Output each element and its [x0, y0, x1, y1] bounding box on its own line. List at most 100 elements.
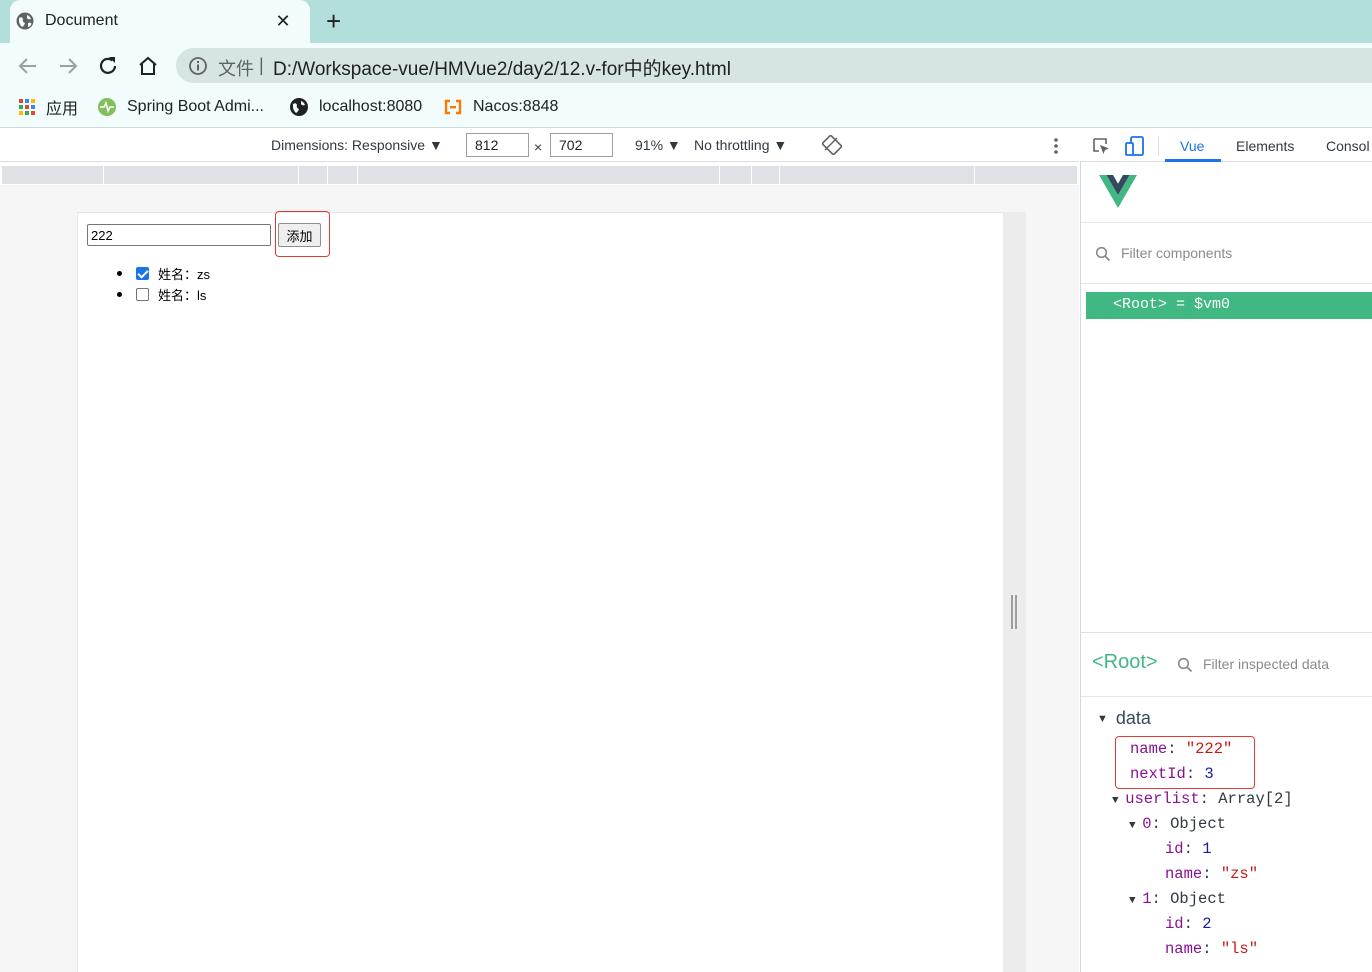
tree-value[interactable]: 1 — [1202, 840, 1211, 858]
expand-arrow-icon: ▼ — [1129, 820, 1143, 832]
bookmark-nacos[interactable]: Nacos:8848 — [443, 96, 558, 118]
tree-key: name — [1165, 865, 1203, 883]
zoom-dropdown[interactable]: 91% ▼ — [635, 137, 681, 153]
bookmark-localhost[interactable]: localhost:8080 — [289, 96, 422, 118]
user-label: 姓名：zs — [158, 266, 211, 282]
tree-key: name — [1165, 940, 1203, 958]
throttling-dropdown[interactable]: No throttling ▼ — [694, 137, 787, 153]
viewport-height-input[interactable] — [550, 133, 613, 157]
viewport-resize-handle[interactable] — [1011, 595, 1017, 629]
data-section-header[interactable]: ▼ data — [1097, 708, 1151, 729]
tab-title: Document — [45, 12, 118, 29]
globe-icon — [290, 98, 308, 116]
tree-row-id: id: 2 — [1165, 915, 1212, 933]
viewport-width-input[interactable] — [466, 133, 529, 157]
tree-key: name — [1130, 740, 1168, 758]
tree-key: userlist — [1125, 790, 1200, 808]
user-checkbox[interactable] — [136, 287, 149, 301]
nacos-icon — [444, 99, 462, 115]
tree-value[interactable]: "zs" — [1221, 865, 1258, 883]
bookmark-label: localhost:8080 — [319, 98, 423, 115]
active-tab-indicator — [1165, 159, 1221, 162]
home-icon[interactable] — [135, 54, 161, 78]
tree-row-name: name: "ls" — [1165, 940, 1259, 958]
emulated-page — [77, 212, 1003, 972]
add-button[interactable]: 添加 — [278, 223, 321, 247]
bookmark-label: Nacos:8848 — [473, 98, 559, 115]
more-options-icon[interactable] — [1049, 136, 1063, 156]
ruler-divider — [357, 166, 358, 184]
inspected-component-name: <Root> — [1092, 651, 1158, 673]
data-section-label: data — [1115, 708, 1151, 728]
tab-close-icon[interactable]: ✕ — [273, 9, 293, 33]
expand-arrow-icon: ▼ — [1112, 795, 1126, 807]
ruler-divider — [974, 166, 975, 184]
inspect-element-icon[interactable] — [1091, 136, 1111, 156]
tree-key: nextId — [1130, 765, 1186, 783]
tab-elements[interactable]: Elements — [1236, 138, 1294, 154]
tab-vue[interactable]: Vue — [1180, 138, 1204, 154]
file-scheme-label: 文件 — [218, 59, 254, 79]
device-toggle-icon[interactable] — [1124, 135, 1146, 157]
tree-row-item1[interactable]: ▼ 1: Object — [1129, 890, 1226, 908]
list-item: 姓名：ls — [117, 285, 206, 303]
viewport-gutter — [1003, 212, 1026, 972]
filter-inspected-input[interactable]: Filter inspected data — [1203, 656, 1329, 672]
tree-key: 1 — [1142, 890, 1152, 908]
list-bullet — [117, 291, 122, 297]
search-icon — [1095, 246, 1111, 262]
filter-components-input[interactable]: Filter components — [1121, 245, 1232, 261]
tree-row-name: name: "zs" — [1165, 865, 1259, 883]
tree-row-userlist[interactable]: ▼ userlist: Array[2] — [1112, 790, 1293, 808]
ruler-divider — [779, 166, 780, 184]
user-checkbox[interactable] — [136, 266, 149, 280]
tree-value[interactable]: 2 — [1202, 915, 1211, 933]
ruler-divider — [719, 166, 720, 184]
forward-icon[interactable] — [55, 54, 81, 78]
name-input[interactable] — [87, 224, 271, 246]
new-tab-icon[interactable]: + — [326, 8, 350, 34]
tree-row-id: id: 1 — [1165, 840, 1212, 858]
media-query-ruler[interactable] — [2, 166, 1077, 184]
tree-key: id — [1165, 840, 1184, 858]
ruler-divider — [751, 166, 752, 184]
expand-arrow-icon: ▼ — [1129, 895, 1143, 907]
component-tree-root-label: <Root> = $vm0 — [1113, 296, 1231, 313]
tree-value[interactable]: "ls" — [1221, 940, 1258, 958]
tree-value: Object — [1170, 815, 1226, 833]
list-item: 姓名：zs — [117, 264, 210, 282]
url-text[interactable]: D:/Workspace-vue/HMVue2/day2/12.v-for中的k… — [273, 54, 731, 81]
tree-value[interactable]: "222" — [1186, 740, 1233, 758]
tree-key: id — [1165, 915, 1184, 933]
user-label: 姓名：ls — [158, 287, 207, 303]
dimensions-dropdown[interactable]: Dimensions: Responsive ▼ — [271, 137, 443, 153]
ruler-divider — [298, 166, 299, 184]
tree-value: Array[2] — [1218, 790, 1293, 808]
vue-logo-icon — [1099, 175, 1137, 208]
ruler-divider — [103, 166, 104, 184]
bookmark-label: 应用 — [46, 101, 79, 118]
tree-row-nextid: nextId: 3 — [1130, 765, 1214, 783]
heartbeat-icon — [98, 98, 116, 116]
dimension-times: × — [534, 139, 543, 155]
info-icon[interactable] — [188, 56, 208, 76]
tree-value: Object — [1170, 890, 1226, 908]
tree-key: 0 — [1142, 815, 1152, 833]
rotate-icon[interactable] — [822, 135, 842, 155]
tab-console[interactable]: Consol — [1326, 138, 1370, 154]
address-separator: | — [259, 55, 264, 75]
tree-value[interactable]: 3 — [1204, 765, 1213, 783]
tree-row-name: name: "222" — [1130, 740, 1233, 758]
toolbar-divider — [1158, 136, 1159, 156]
back-icon[interactable] — [15, 54, 41, 78]
list-bullet — [117, 270, 122, 276]
bookmark-apps[interactable]: 应用 — [18, 96, 78, 118]
bookmark-spring-boot-admin[interactable]: Spring Boot Admi... — [97, 96, 264, 118]
expand-arrow-icon: ▼ — [1097, 712, 1108, 725]
tree-row-item0[interactable]: ▼ 0: Object — [1129, 815, 1226, 833]
apps-grid-icon — [19, 99, 35, 115]
search-icon — [1177, 657, 1193, 673]
reload-icon[interactable] — [95, 54, 121, 78]
globe-icon — [16, 12, 34, 30]
bookmark-label: Spring Boot Admi... — [127, 98, 264, 115]
